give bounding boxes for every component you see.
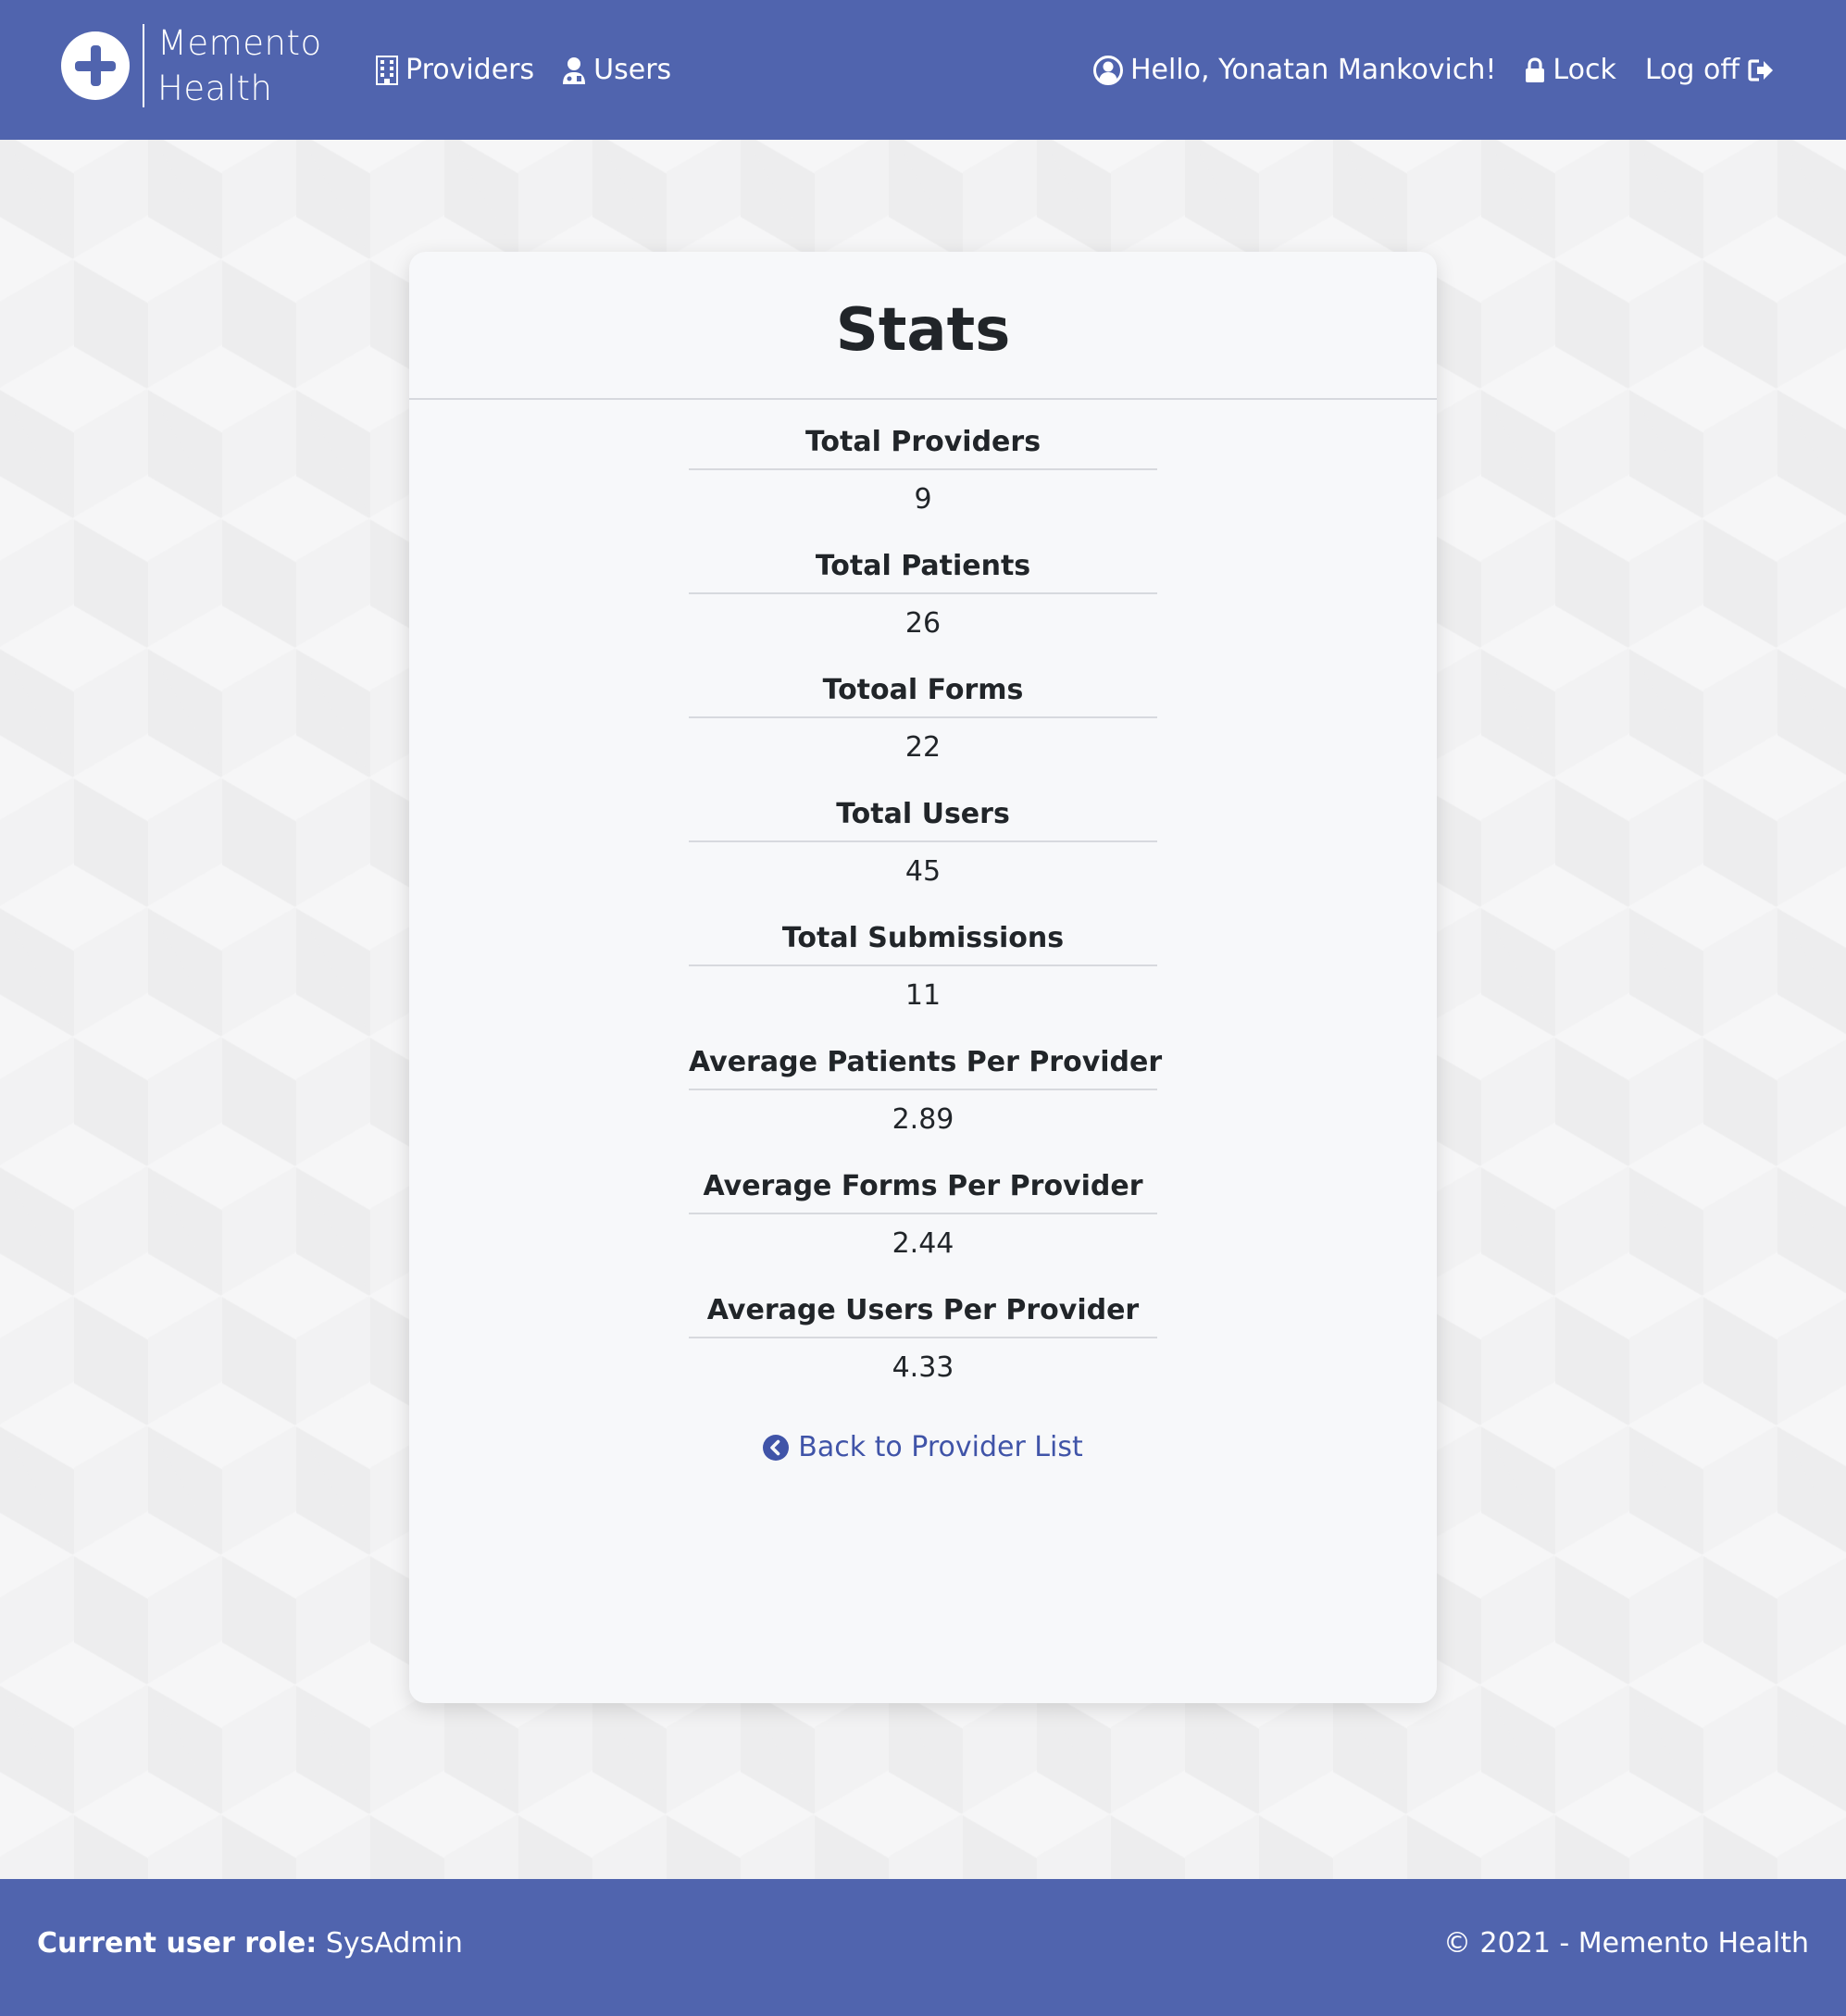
brand-name: Memento Health (157, 20, 322, 111)
stat-total-submissions: Total Submissions 11 (689, 913, 1157, 1026)
lock-icon (1526, 57, 1545, 82)
stat-avg-users-per-provider: Average Users Per Provider 4.33 (689, 1285, 1157, 1398)
stat-total-users: Total Users 45 (689, 789, 1157, 902)
page-title: Stats (835, 296, 1011, 365)
stat-label: Total Submissions (689, 913, 1157, 966)
user-greeting: Hello, Yonatan Mankovich! (1129, 54, 1497, 86)
back-link-label: Back to Provider List (798, 1431, 1083, 1463)
top-navbar: Memento Health Providers Users Hello, Yo… (0, 0, 1846, 140)
user-circle-icon (1092, 56, 1123, 85)
logoff-label: Log off (1644, 54, 1740, 86)
stat-label: Average Users Per Provider (689, 1285, 1157, 1338)
account-nav: Hello, Yonatan Mankovich! Lock Log off (1092, 46, 1775, 94)
stat-value: 2.44 (892, 1227, 954, 1260)
stat-value: 2.89 (892, 1103, 954, 1136)
back-to-provider-list-link[interactable]: Back to Provider List (409, 1427, 1437, 1468)
stat-total-patients: Total Patients 26 (689, 541, 1157, 653)
nav-providers-label: Providers (405, 54, 535, 86)
medical-cross-icon (61, 31, 130, 100)
page-footer: Current user role: SysAdmin © 2021 - Mem… (0, 1879, 1846, 2016)
stat-total-providers: Total Providers 9 (689, 417, 1157, 529)
stat-total-forms: Totoal Forms 22 (689, 665, 1157, 778)
nav-users-label: Users (593, 54, 672, 86)
user-md-icon (563, 57, 586, 84)
stat-avg-forms-per-provider: Average Forms Per Provider 2.44 (689, 1161, 1157, 1274)
lock-link[interactable]: Lock (1525, 46, 1616, 94)
building-icon (376, 56, 398, 85)
stat-label: Total Users (689, 789, 1157, 842)
stat-avg-patients-per-provider: Average Patients Per Provider 2.89 (689, 1037, 1162, 1150)
stat-value: 11 (904, 979, 942, 1012)
stat-value: 26 (904, 607, 942, 640)
stat-value: 22 (904, 731, 942, 764)
lock-label: Lock (1553, 54, 1616, 86)
stat-value: 9 (914, 483, 932, 516)
role-value: SysAdmin (325, 1927, 463, 1960)
card-header: Stats (409, 252, 1437, 400)
chevron-circle-left-icon (763, 1435, 790, 1461)
stats-list: Total Providers 9 Total Patients 26 Toto… (689, 417, 1162, 1398)
role-label: Current user role: (37, 1927, 318, 1960)
stat-value: 45 (904, 855, 942, 888)
current-user-role: Current user role: SysAdmin (37, 1927, 463, 1960)
stat-value: 4.33 (892, 1351, 954, 1384)
main-nav: Providers Users (376, 46, 671, 94)
nav-users-link[interactable]: Users (562, 46, 671, 94)
brand-name-line-1: Memento (157, 23, 322, 63)
stat-label: Average Patients Per Provider (689, 1037, 1162, 1090)
brand-home-link[interactable]: Memento Health (61, 23, 322, 108)
sign-out-icon (1748, 59, 1773, 81)
user-greeting-link[interactable]: Hello, Yonatan Mankovich! (1092, 46, 1497, 94)
stat-label: Total Patients (689, 541, 1157, 594)
nav-providers-link[interactable]: Providers (376, 46, 534, 94)
brand-name-line-2: Health (157, 68, 273, 108)
stat-label: Totoal Forms (689, 665, 1157, 718)
stat-label: Total Providers (689, 417, 1157, 470)
copyright: © 2021 - Memento Health (1443, 1927, 1809, 1960)
stats-card: Stats Total Providers 9 Total Patients 2… (409, 252, 1437, 1703)
stat-label: Average Forms Per Provider (689, 1161, 1157, 1214)
logoff-link[interactable]: Log off (1645, 46, 1775, 94)
brand-divider (143, 24, 144, 107)
